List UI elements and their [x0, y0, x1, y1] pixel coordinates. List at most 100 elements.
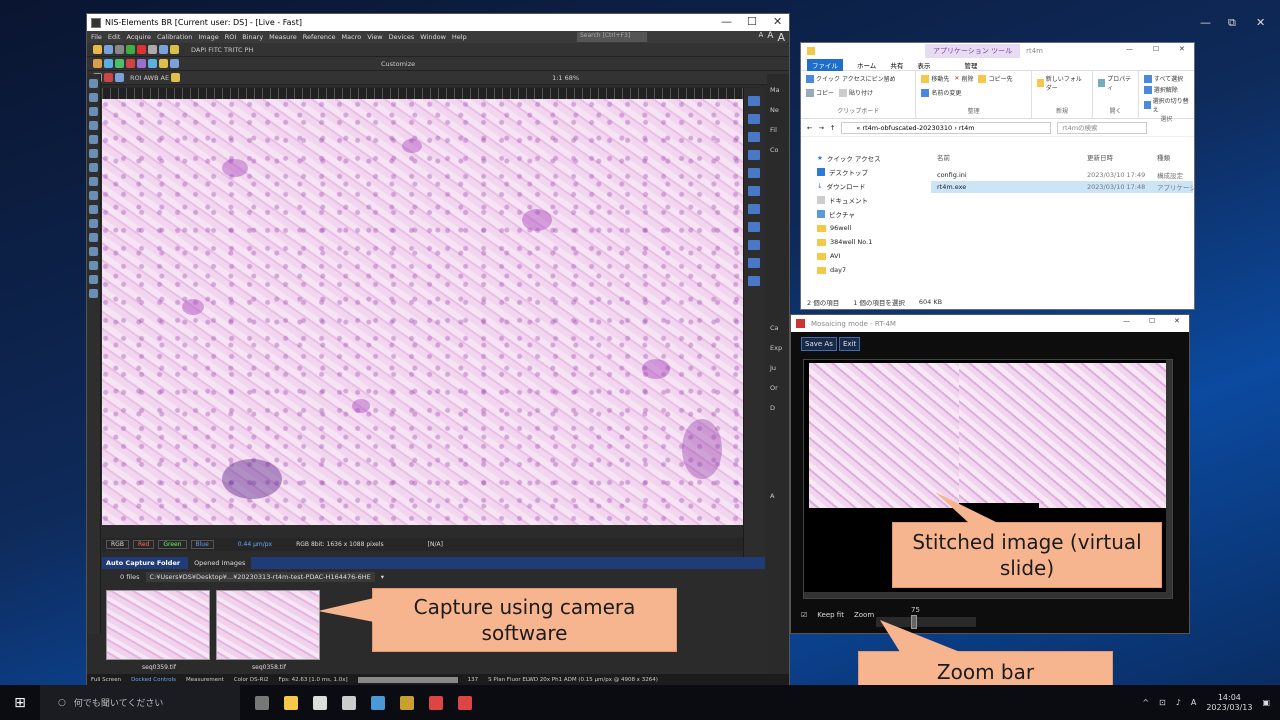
channel-red-tab[interactable]: Red: [132, 540, 155, 549]
roi-rect-icon[interactable]: [89, 121, 98, 130]
live-image-viewport[interactable]: [102, 99, 743, 525]
nav-item-folder[interactable]: day7: [801, 263, 919, 277]
invert-selection-button[interactable]: 選択の切り替え: [1143, 96, 1189, 114]
minimize-icon[interactable]: —: [1123, 317, 1130, 325]
save-icon[interactable]: [104, 45, 113, 54]
panel-icon[interactable]: [748, 186, 760, 196]
color-picker-icon[interactable]: [89, 261, 98, 270]
brightness-icon[interactable]: [93, 59, 102, 68]
menu-reference[interactable]: Reference: [303, 33, 336, 41]
stop-icon[interactable]: [126, 59, 135, 68]
tab-auto-capture-folder[interactable]: Auto Capture Folder: [106, 559, 180, 567]
save-as-button[interactable]: Save As: [801, 337, 837, 351]
vertical-scrollbar[interactable]: [1166, 360, 1172, 592]
channel-tritc[interactable]: TRITC: [224, 46, 243, 54]
taskbar-search[interactable]: ○ 何でも聞いてください: [40, 685, 240, 720]
undo-icon[interactable]: [115, 45, 124, 54]
minimize-icon[interactable]: —: [1200, 16, 1211, 29]
capture-icon[interactable]: [104, 59, 113, 68]
zoom-percent-field[interactable]: 68%: [565, 74, 579, 82]
tab-home[interactable]: ホーム: [857, 60, 876, 70]
panel-label[interactable]: Ma: [770, 86, 789, 94]
measure-tool-icon[interactable]: [115, 73, 124, 82]
panel-icon[interactable]: [748, 204, 760, 214]
explorer-search-input[interactable]: rt4mの検索: [1057, 121, 1148, 134]
tab-share[interactable]: 共有: [890, 60, 903, 70]
up-arrow-icon[interactable]: ↑: [830, 124, 835, 132]
tab-file[interactable]: ファイル: [807, 58, 843, 71]
rename-button[interactable]: 名前の変更: [921, 88, 961, 97]
menu-measure[interactable]: Measure: [269, 33, 297, 41]
nav-item-quick-access[interactable]: ★ クイック アクセス: [801, 151, 919, 165]
close-icon[interactable]: ✕: [773, 15, 782, 28]
restore-icon[interactable]: ⧉: [1228, 16, 1236, 30]
menu-edit[interactable]: Edit: [108, 33, 121, 41]
roi-ellipse-icon[interactable]: [89, 135, 98, 144]
bookmark-icon[interactable]: [89, 289, 98, 298]
channel-dapi[interactable]: DAPI: [191, 46, 206, 54]
maximize-icon[interactable]: ☐: [1153, 45, 1159, 53]
live-icon[interactable]: [115, 59, 124, 68]
zoom-ratio-button[interactable]: 1:1: [552, 74, 562, 82]
text-tool-icon[interactable]: [89, 219, 98, 228]
close-icon[interactable]: ✕: [1256, 16, 1265, 29]
text-size-medium[interactable]: A: [767, 31, 773, 44]
nav-item-documents[interactable]: ドキュメント: [801, 193, 919, 207]
panel-icon[interactable]: [748, 168, 760, 178]
menu-image[interactable]: Image: [198, 33, 218, 41]
scale-bar-icon[interactable]: [89, 205, 98, 214]
copy-to-button[interactable]: コピー先: [978, 74, 1012, 83]
gear-icon[interactable]: [89, 275, 98, 284]
tab-opened-images[interactable]: Opened Images: [188, 557, 252, 569]
tab-view[interactable]: 表示: [917, 60, 930, 70]
nav-item-pictures[interactable]: ピクチャ: [801, 207, 919, 221]
folder-icon[interactable]: [170, 45, 179, 54]
channel-rgb-tab[interactable]: RGB: [106, 540, 129, 549]
ae-button[interactable]: AE: [161, 74, 170, 82]
close-icon[interactable]: ✕: [1179, 45, 1185, 53]
address-bar[interactable]: « rt4m-obfuscated-20230310 › rt4m: [841, 121, 1052, 134]
paste-button[interactable]: 貼り付け: [839, 88, 873, 97]
customize-dropdown[interactable]: Customize: [381, 60, 415, 68]
menu-help[interactable]: Help: [452, 33, 467, 41]
panel-icon[interactable]: [748, 132, 760, 142]
text-size-large[interactable]: A: [777, 31, 785, 44]
panel-label[interactable]: Fil: [770, 126, 789, 134]
panel-label[interactable]: D: [770, 404, 789, 412]
maximize-icon[interactable]: ☐: [1149, 317, 1155, 325]
status-tab-docked[interactable]: Docked Controls: [131, 677, 176, 683]
rt4m-taskbar-icon[interactable]: [429, 695, 443, 710]
task-view-icon[interactable]: [255, 695, 269, 710]
panel-label[interactable]: Ju: [770, 364, 789, 372]
record-icon[interactable]: [137, 45, 146, 54]
status-tab-measurement[interactable]: Measurement: [186, 677, 224, 683]
profile-icon[interactable]: [89, 191, 98, 200]
pin-quick-access-button[interactable]: クイック アクセスにピン留め: [806, 74, 896, 83]
horizontal-scrollbar[interactable]: [804, 592, 1172, 598]
channel-ph[interactable]: PH: [245, 46, 254, 54]
layout-icon[interactable]: [170, 59, 179, 68]
annotation-icon[interactable]: [89, 149, 98, 158]
nav-item-downloads[interactable]: ↓ ダウンロード: [801, 179, 919, 193]
menu-calibration[interactable]: Calibration: [157, 33, 192, 41]
awb-button[interactable]: AWB: [144, 74, 159, 82]
clock[interactable]: 14:04 2023/03/13: [1206, 693, 1252, 712]
menu-macro[interactable]: Macro: [342, 33, 362, 41]
channel-green-tab[interactable]: Green: [158, 540, 187, 549]
windows-start-icon[interactable]: ⊞: [0, 695, 40, 711]
nav-item-desktop[interactable]: デスクトップ: [801, 165, 919, 179]
menu-file[interactable]: File: [91, 33, 102, 41]
histogram-icon[interactable]: [159, 59, 168, 68]
breadcrumb-part[interactable]: rt4m-obfuscated-20230310: [862, 124, 952, 132]
select-all-button[interactable]: すべて選択: [1143, 74, 1189, 83]
channel-blue-tab[interactable]: Blue: [190, 540, 214, 549]
copy-button[interactable]: コピー: [806, 88, 834, 97]
zoom-slider-thumb[interactable]: [911, 615, 917, 629]
minimize-icon[interactable]: —: [1126, 45, 1133, 53]
pan-tool-icon[interactable]: [89, 107, 98, 116]
thumbnail-image[interactable]: [216, 590, 320, 660]
menu-acquire[interactable]: Acquire: [126, 33, 151, 41]
panel-label[interactable]: Exp: [770, 344, 789, 352]
nis-elements-taskbar-icon[interactable]: [400, 695, 414, 710]
menu-roi[interactable]: ROI: [225, 33, 237, 41]
